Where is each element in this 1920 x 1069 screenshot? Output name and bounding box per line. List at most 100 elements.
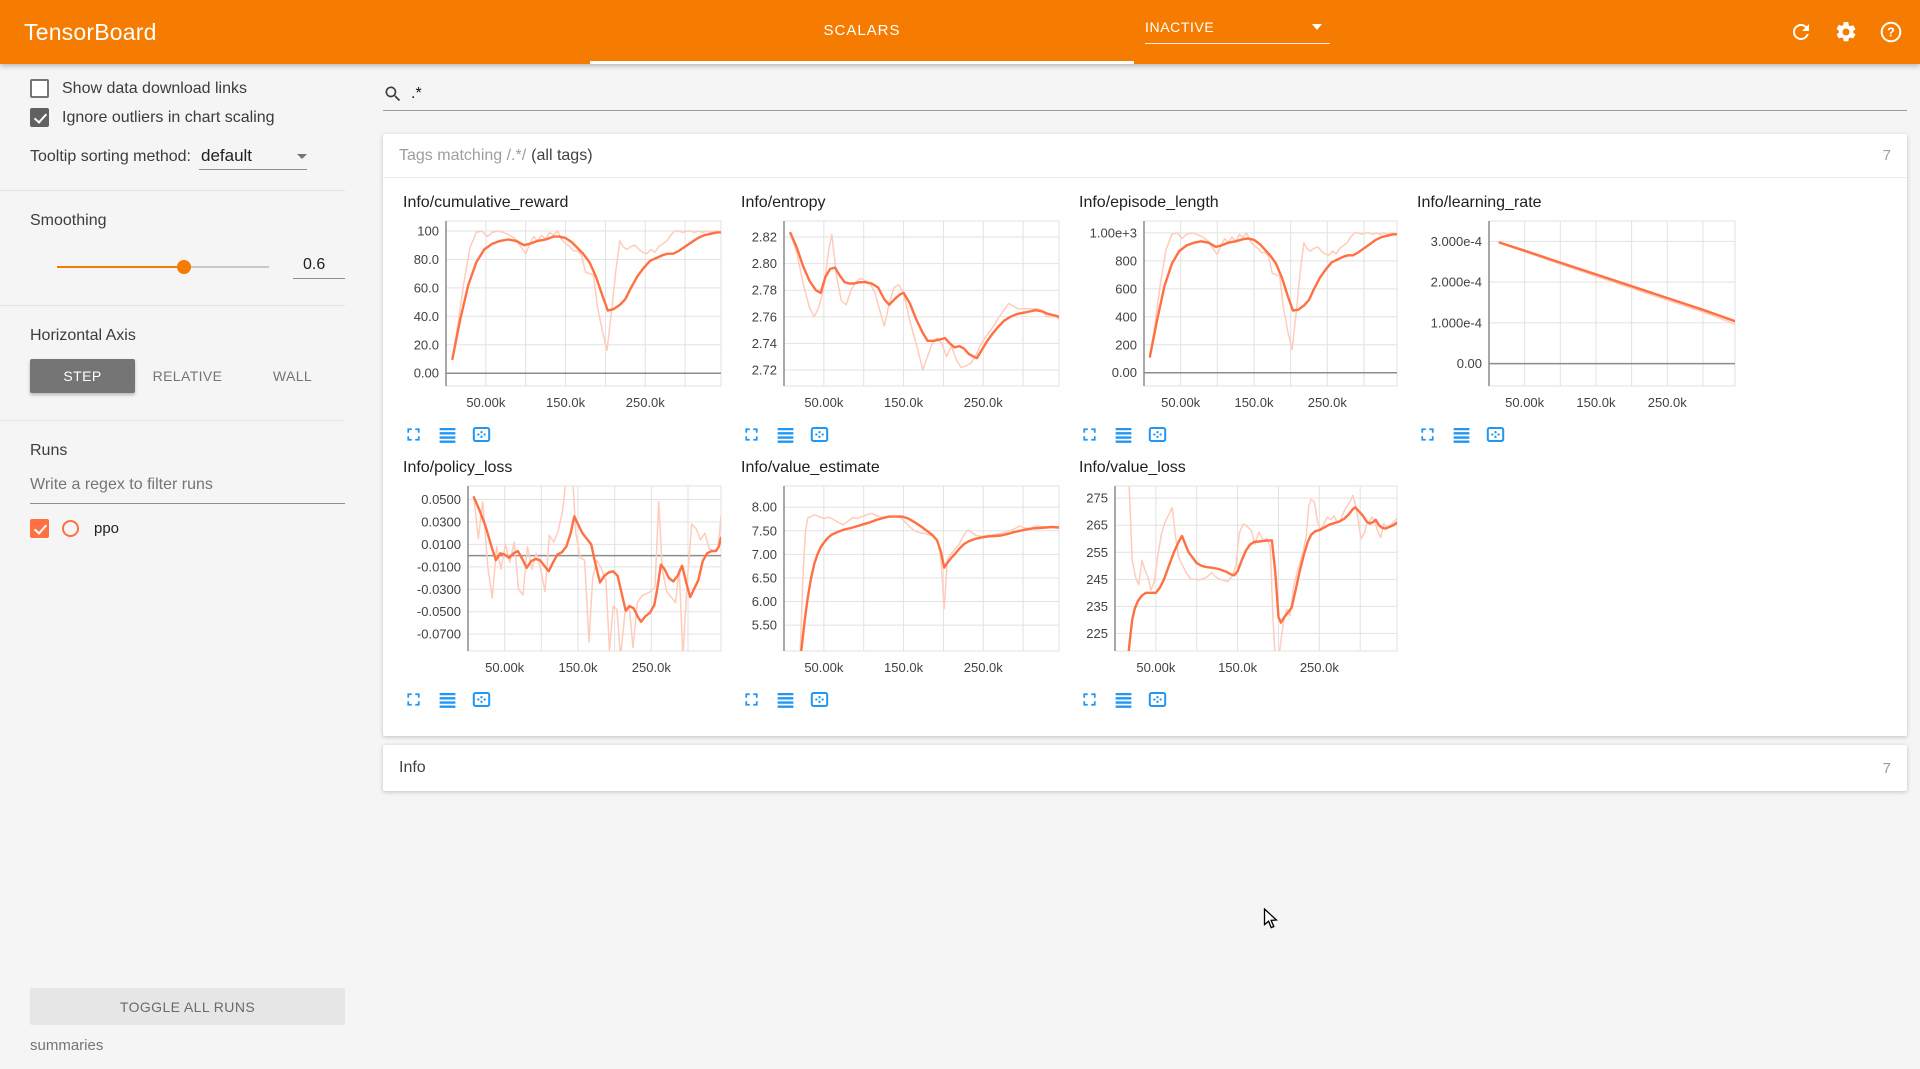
x-tick-label: 250.0k bbox=[632, 660, 672, 675]
status-dropdown-value: INACTIVE bbox=[1145, 18, 1215, 35]
expand-chart-icon[interactable] bbox=[741, 424, 762, 445]
smoothing-label: Smoothing bbox=[30, 212, 107, 229]
x-tick-label: 150.0k bbox=[558, 660, 598, 675]
x-tick-label: 150.0k bbox=[1234, 395, 1274, 410]
help-icon[interactable]: ? bbox=[1878, 19, 1904, 45]
axis-relative-button[interactable]: RELATIVE bbox=[135, 359, 240, 393]
info-section-header[interactable]: Info 7 bbox=[383, 745, 1907, 791]
charts-grid: Info/cumulative_reward 0.00 20.0 40.0 60.0 80… bbox=[383, 178, 1907, 736]
divider bbox=[0, 190, 345, 191]
x-tick-label: 150.0k bbox=[1218, 660, 1258, 675]
scalar-chart-card: Info/value_estimate 5.50 6.00 6.50 7.00 7.50 8… bbox=[739, 455, 1077, 710]
expand-chart-icon[interactable] bbox=[403, 424, 424, 445]
axis-step-button[interactable]: STEP bbox=[30, 359, 135, 393]
log-scale-toggle-icon[interactable] bbox=[775, 689, 796, 710]
fit-domain-icon[interactable] bbox=[809, 689, 830, 710]
tooltip-sorting-value: default bbox=[200, 146, 253, 165]
settings-sidebar: Show data download links Ignore outliers… bbox=[0, 64, 345, 1069]
fit-domain-icon[interactable] bbox=[1147, 689, 1168, 710]
smoothing-slider[interactable] bbox=[57, 259, 269, 274]
y-tick-label: 3.000e-4 bbox=[1431, 234, 1482, 249]
expand-chart-icon[interactable] bbox=[1417, 424, 1438, 445]
fit-domain-icon[interactable] bbox=[1147, 424, 1168, 445]
runs-filter-input[interactable] bbox=[30, 472, 345, 504]
chart-title: Info/value_loss bbox=[1079, 459, 1186, 476]
y-tick-label: 400 bbox=[1115, 309, 1137, 324]
toggle-all-runs-button[interactable]: TOGGLE ALL RUNS bbox=[30, 988, 345, 1025]
chart-plot[interactable]: 5.50 6.00 6.50 7.00 7.50 8.00 50.00k 150.0k 250.… bbox=[739, 481, 1069, 681]
fit-domain-icon[interactable] bbox=[471, 424, 492, 445]
axis-wall-button[interactable]: WALL bbox=[240, 359, 345, 393]
log-scale-toggle-icon[interactable] bbox=[437, 689, 458, 710]
smoothing-value-input[interactable] bbox=[293, 254, 345, 279]
chart-plot[interactable]: 0.00 1.000e-4 2.000e-4 3.000e-4 50.00k 150.0k… bbox=[1415, 216, 1745, 416]
status-dropdown[interactable]: INACTIVE bbox=[1145, 10, 1330, 44]
chart-title: Info/value_estimate bbox=[741, 459, 880, 476]
expand-chart-icon[interactable] bbox=[403, 689, 424, 710]
scalar-chart-card: Info/value_loss 225 235 245 255 265 275 50.00k 1… bbox=[1077, 455, 1415, 710]
log-scale-toggle-icon[interactable] bbox=[1113, 424, 1134, 445]
y-tick-label: 245 bbox=[1086, 572, 1108, 587]
chart-title: Info/episode_length bbox=[1079, 194, 1219, 211]
log-scale-toggle-icon[interactable] bbox=[437, 424, 458, 445]
info-section-count: 7 bbox=[1882, 759, 1891, 777]
show-download-links-row: Show data download links bbox=[30, 79, 345, 98]
gear-icon[interactable] bbox=[1833, 19, 1859, 45]
y-tick-label: 2.82 bbox=[752, 229, 777, 244]
chart-toolbar bbox=[741, 689, 1077, 710]
log-scale-toggle-icon[interactable] bbox=[775, 424, 796, 445]
scalar-chart-card: Info/policy_loss 0.0500 0.0300 0.0100 -0.010… bbox=[401, 455, 739, 710]
main-content: Tags matching /.*/ (all tags) 7 Info/cum… bbox=[383, 64, 1907, 1069]
y-tick-label: 0.00 bbox=[1457, 356, 1482, 371]
y-tick-label: 7.00 bbox=[752, 547, 777, 562]
y-tick-label: -0.0700 bbox=[417, 627, 461, 642]
chart-plot[interactable]: 0.00 200 400 600 800 1.00e+3 50.00k 150.0k 250.0… bbox=[1077, 216, 1407, 416]
chart-toolbar bbox=[1417, 424, 1753, 445]
tag-filter-input[interactable] bbox=[411, 85, 1811, 103]
chart-plot[interactable]: 0.00 20.0 40.0 60.0 80.0 100 50.00k 150.0k 250.0… bbox=[401, 216, 731, 416]
y-tick-label: 2.74 bbox=[752, 336, 777, 351]
chart-plot[interactable]: 2.72 2.74 2.76 2.78 2.80 2.82 50.00k 150.0k 250.… bbox=[739, 216, 1069, 416]
divider bbox=[0, 420, 345, 421]
y-tick-label: 0.0300 bbox=[421, 514, 461, 529]
x-tick-label: 50.00k bbox=[804, 395, 844, 410]
tooltip-sorting-dropdown[interactable]: default bbox=[198, 146, 307, 170]
run-checkbox[interactable] bbox=[30, 519, 49, 538]
refresh-icon[interactable] bbox=[1788, 19, 1814, 45]
ignore-outliers-row: Ignore outliers in chart scaling bbox=[30, 108, 345, 127]
y-tick-label: 0.00 bbox=[1112, 365, 1137, 380]
tags-section-header[interactable]: Tags matching /.*/ (all tags) 7 bbox=[383, 134, 1907, 178]
x-tick-label: 50.00k bbox=[804, 660, 844, 675]
fit-domain-icon[interactable] bbox=[471, 689, 492, 710]
smoothing-row bbox=[30, 254, 345, 279]
ignore-outliers-label: Ignore outliers in chart scaling bbox=[62, 108, 275, 126]
tooltip-sorting-row: Tooltip sorting method: default bbox=[30, 146, 345, 170]
y-tick-label: 225 bbox=[1086, 626, 1108, 641]
tab-strip: SCALARS bbox=[590, 0, 1134, 64]
x-tick-label: 50.00k bbox=[485, 660, 525, 675]
horizontal-axis-buttons: STEP RELATIVE WALL bbox=[30, 359, 345, 393]
chart-plot[interactable]: 225 235 245 255 265 275 50.00k 150.0k 250.0k bbox=[1077, 481, 1407, 681]
chart-title: Info/cumulative_reward bbox=[403, 194, 569, 211]
show-download-links-checkbox[interactable] bbox=[30, 79, 49, 98]
expand-chart-icon[interactable] bbox=[1079, 424, 1100, 445]
scalar-chart-card: Info/cumulative_reward 0.00 20.0 40.0 60.0 80… bbox=[401, 190, 739, 445]
y-tick-label: 0.0500 bbox=[421, 492, 461, 507]
expand-chart-icon[interactable] bbox=[1079, 689, 1100, 710]
log-scale-toggle-icon[interactable] bbox=[1451, 424, 1472, 445]
smoothing-slider-thumb[interactable] bbox=[177, 259, 192, 274]
fit-domain-icon[interactable] bbox=[1485, 424, 1506, 445]
chart-plot[interactable]: 0.0500 0.0300 0.0100 -0.0100 -0.0300 -0.0500 -… bbox=[401, 481, 731, 681]
y-tick-label: 2.78 bbox=[752, 283, 777, 298]
chevron-down-icon bbox=[296, 154, 307, 159]
log-scale-toggle-icon[interactable] bbox=[1113, 689, 1134, 710]
expand-chart-icon[interactable] bbox=[741, 689, 762, 710]
fit-domain-icon[interactable] bbox=[809, 424, 830, 445]
ignore-outliers-checkbox[interactable] bbox=[30, 108, 49, 127]
y-tick-label: 2.000e-4 bbox=[1431, 275, 1482, 290]
y-tick-label: 40.0 bbox=[414, 309, 439, 324]
tab-scalars[interactable]: SCALARS bbox=[590, 0, 1134, 64]
x-tick-label: 250.0k bbox=[1648, 395, 1688, 410]
y-tick-label: -0.0500 bbox=[417, 604, 461, 619]
y-tick-label: 600 bbox=[1115, 281, 1137, 296]
